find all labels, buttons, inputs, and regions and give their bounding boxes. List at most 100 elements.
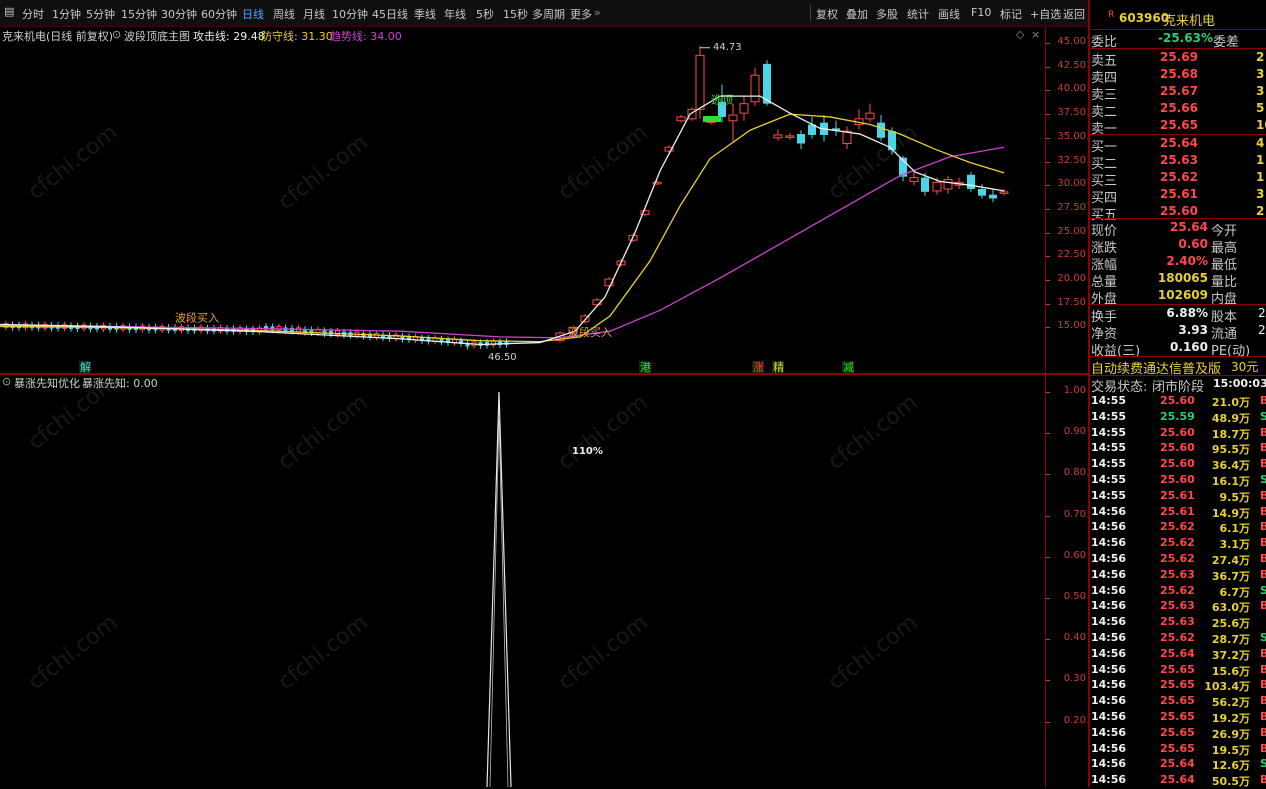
period-tab[interactable]: 1分钟 <box>52 6 81 22</box>
candle-body <box>978 188 986 196</box>
bid-price: 25.60 <box>1160 204 1198 218</box>
trade-time: 14:56 <box>1091 599 1127 613</box>
status-time: 15:00:03 <box>1213 377 1266 390</box>
price-tick-label: 35.00 <box>1057 130 1086 142</box>
candle-body <box>750 74 760 103</box>
trade-time: 14:56 <box>1091 615 1127 629</box>
trade-volume: 63.0万 <box>1211 601 1250 615</box>
ask-row[interactable]: 卖三 25.67 3 <box>1090 84 1266 103</box>
ask-row[interactable]: 卖一25.6510 <box>1090 118 1266 137</box>
event-marker[interactable]: 涨 <box>753 361 764 373</box>
period-tab[interactable]: 分时 <box>22 6 44 22</box>
settings-icon[interactable]: ⊙ <box>2 375 11 388</box>
period-tab[interactable]: 季线 <box>414 6 436 22</box>
toolbar-button[interactable]: 画线 <box>938 6 960 22</box>
period-tab[interactable]: 15秒 <box>503 6 528 22</box>
trade-price: 25.62 <box>1160 552 1195 565</box>
bid-row[interactable]: 买一 25.64 4 <box>1090 136 1266 155</box>
trade-time: 14:55 <box>1091 409 1127 423</box>
price-tick-label: 42.50 <box>1057 59 1086 71</box>
trade-row: 14:56 25.64 12.6万 S <box>1090 757 1266 772</box>
bid-row[interactable]: 买三 25.62 1 <box>1090 170 1266 189</box>
tick-mark <box>1046 137 1050 139</box>
event-marker[interactable]: 精 <box>773 361 784 373</box>
stat-row: 外盘 102609 内盘 <box>1090 288 1266 307</box>
period-tab-active[interactable]: 日线 <box>242 6 264 22</box>
trade-price: 25.60 <box>1160 425 1195 439</box>
trade-row: 14:55 25.61 9.5万 B <box>1090 489 1266 504</box>
period-tab[interactable]: 月线 <box>303 6 325 22</box>
price-tick-label: 37.50 <box>1057 107 1086 119</box>
indicator-tick-label: 0.80 <box>1063 467 1086 479</box>
bid-row[interactable]: 买二 25.63 1 <box>1090 153 1266 172</box>
period-toolbar: ▤ 分时 1分钟 5分钟 15分钟 30分钟 60分钟 日线 周线 月线 10分… <box>0 0 1088 27</box>
trade-row: 14:55 25.60 18.7万 B <box>1090 426 1266 441</box>
trade-price: 25.63 <box>1160 599 1195 613</box>
period-tab[interactable]: 30分钟 <box>161 6 197 22</box>
toolbar-button[interactable]: 返回 <box>1063 6 1085 22</box>
trade-price: 25.65 <box>1160 725 1195 739</box>
trade-flag: B <box>1260 678 1266 692</box>
settings-icon[interactable]: ⊙ <box>112 28 121 41</box>
candlestick-chart[interactable]: 逃顶44.7346.50波段买入波段买入解港涨精减 <box>0 43 1045 373</box>
bid-price: 25.63 <box>1160 153 1198 167</box>
trade-flag: B <box>1260 520 1266 534</box>
trade-row: 14:56 25.64 37.2万 B <box>1090 647 1266 662</box>
event-marker[interactable]: 解 <box>80 360 91 373</box>
event-marker[interactable]: 减 <box>843 361 854 373</box>
trade-time: 14:56 <box>1091 710 1127 723</box>
period-tab[interactable]: 周线 <box>273 6 295 22</box>
tick-mark <box>1046 680 1050 682</box>
peak-price-label: 44.73 <box>713 43 742 53</box>
ask-volume: 5 <box>1256 101 1265 115</box>
bid-row[interactable]: 买四 25.61 3 <box>1090 187 1266 206</box>
trade-price: 25.60 <box>1160 441 1195 455</box>
chevron-right-icon[interactable]: » <box>594 6 601 19</box>
period-tab[interactable]: 5分钟 <box>86 6 115 22</box>
trade-time: 14:56 <box>1091 583 1127 597</box>
period-tab[interactable]: 5秒 <box>476 6 494 22</box>
toolbar-button[interactable]: 复权 <box>816 6 838 22</box>
toolbar-button[interactable]: F10 <box>971 6 991 19</box>
promo-row[interactable]: 自动续费通达信普及版 30元 <box>1090 358 1266 377</box>
trade-price: 25.63 <box>1160 567 1195 581</box>
event-marker[interactable]: 港 <box>640 361 651 373</box>
toolbar-button[interactable]: +自选 <box>1030 6 1061 22</box>
trade-price: 25.60 <box>1160 394 1195 407</box>
trade-flag: B <box>1260 773 1266 787</box>
toolbar-button[interactable]: 标记 <box>1000 6 1022 22</box>
trade-price: 25.64 <box>1160 757 1195 771</box>
period-tab[interactable]: 60分钟 <box>201 6 237 22</box>
period-tab[interactable]: 10分钟 <box>332 6 368 22</box>
tick-mark <box>1046 90 1050 92</box>
indicator-chart[interactable]: 110% <box>0 388 1045 787</box>
trade-flag: S <box>1260 757 1266 771</box>
close-icon[interactable]: × <box>1031 28 1040 41</box>
divider <box>1090 134 1266 135</box>
trade-price: 25.65 <box>1160 662 1195 676</box>
period-tab[interactable]: 15分钟 <box>121 6 157 22</box>
promo-price[interactable]: 30元 <box>1231 358 1258 375</box>
period-tab[interactable]: 多周期 <box>532 6 565 22</box>
ask-row[interactable]: 卖五 25.69 2 <box>1090 50 1266 69</box>
trade-price: 25.64 <box>1160 773 1195 787</box>
period-tab[interactable]: 年线 <box>444 6 466 22</box>
chart-icon[interactable]: ▤ <box>4 5 14 18</box>
ask-row[interactable]: 卖四 25.68 3 <box>1090 67 1266 86</box>
indicator-name[interactable]: 波段顶底主图 <box>124 28 190 44</box>
period-tab[interactable]: 更多 <box>570 6 592 22</box>
trade-volume: 25.6万 <box>1211 617 1250 631</box>
period-tab[interactable]: 45日线 <box>372 6 408 22</box>
trade-flag: B <box>1260 457 1266 471</box>
ask-row[interactable]: 卖二 25.66 5 <box>1090 101 1266 120</box>
toolbar-button[interactable]: 多股 <box>876 6 898 22</box>
trade-flag: S <box>1260 583 1266 597</box>
indicator-tick-label: 0.50 <box>1063 591 1086 602</box>
tick-mark <box>1046 474 1050 476</box>
toolbar-button[interactable]: 叠加 <box>846 6 868 22</box>
indicator-tick-label: 0.20 <box>1063 714 1086 726</box>
stock-name: 克来机电 <box>1163 14 1216 29</box>
price-tick-label: 22.50 <box>1057 249 1086 261</box>
toolbar-button[interactable]: 统计 <box>907 6 929 22</box>
diamond-icon[interactable]: ◇ <box>1016 28 1024 41</box>
